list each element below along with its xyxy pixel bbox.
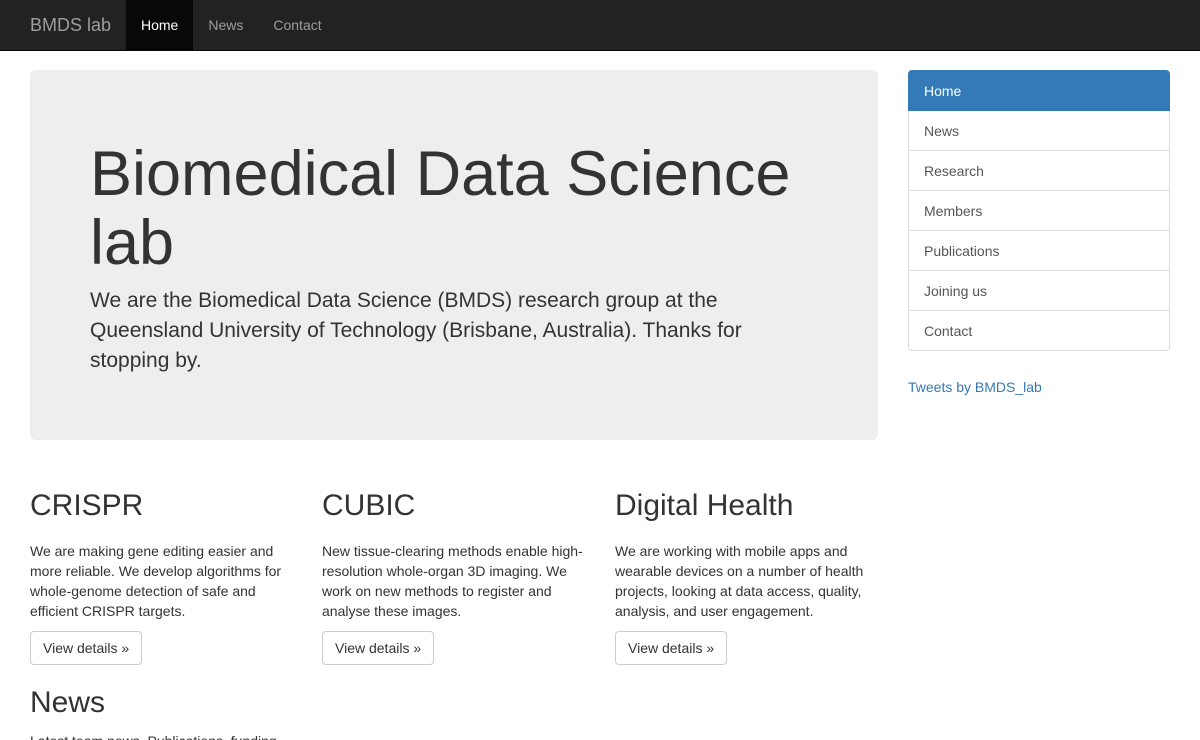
view-details-button[interactable]: View details » [30, 631, 143, 665]
nav-home[interactable]: Home [126, 0, 194, 50]
feature-text: We are making gene editing easier and mo… [30, 543, 282, 619]
feature-text: We are working with mobile apps and wear… [615, 543, 864, 619]
main-nav: Home News Contact [126, 0, 337, 50]
nav-contact[interactable]: Contact [258, 0, 336, 50]
feature-cubic: CUBIC New tissue-clearing methods enable… [322, 488, 584, 665]
news-title: News [30, 686, 106, 719]
top-navbar: BMDS lab Home News Contact [0, 0, 1200, 51]
feature-text: New tissue-clearing methods enable high-… [322, 543, 583, 619]
news-text: Latest team news. Publications, funding [30, 731, 430, 740]
feature-digital-health: Digital Health We are working with mobil… [615, 488, 877, 665]
sidebar-item-home[interactable]: Home [908, 70, 1170, 111]
sidebar-item-contact[interactable]: Contact [908, 310, 1170, 351]
sidebar-item-members[interactable]: Members [908, 190, 1170, 231]
view-details-button[interactable]: View details » [322, 631, 435, 665]
sidebar-item-joining-us[interactable]: Joining us [908, 270, 1170, 311]
view-details-button[interactable]: View details » [615, 631, 728, 665]
sidebar-item-news[interactable]: News [908, 110, 1170, 151]
tweets-link[interactable]: Tweets by BMDS_lab [908, 379, 1042, 395]
hero-title: Biomedical Data Science lab [90, 139, 791, 278]
feature-title: Digital Health [615, 489, 794, 522]
feature-title: CRISPR [30, 489, 144, 522]
sidebar-item-publications[interactable]: Publications [908, 230, 1170, 271]
feature-title: CUBIC [322, 489, 416, 522]
sidebar-item-research[interactable]: Research [908, 150, 1170, 191]
brand-link[interactable]: BMDS lab [30, 0, 111, 50]
feature-crispr: CRISPR We are making gene editing easier… [30, 488, 292, 665]
nav-news[interactable]: News [193, 0, 258, 50]
hero-lead: We are the Biomedical Data Science (BMDS… [90, 289, 742, 372]
news-section: News Latest team news. Publications, fun… [30, 685, 430, 740]
hero-jumbotron: Biomedical Data Science lab We are the B… [30, 70, 878, 440]
sidebar-nav: Home News Research Members Publications … [908, 70, 1170, 351]
